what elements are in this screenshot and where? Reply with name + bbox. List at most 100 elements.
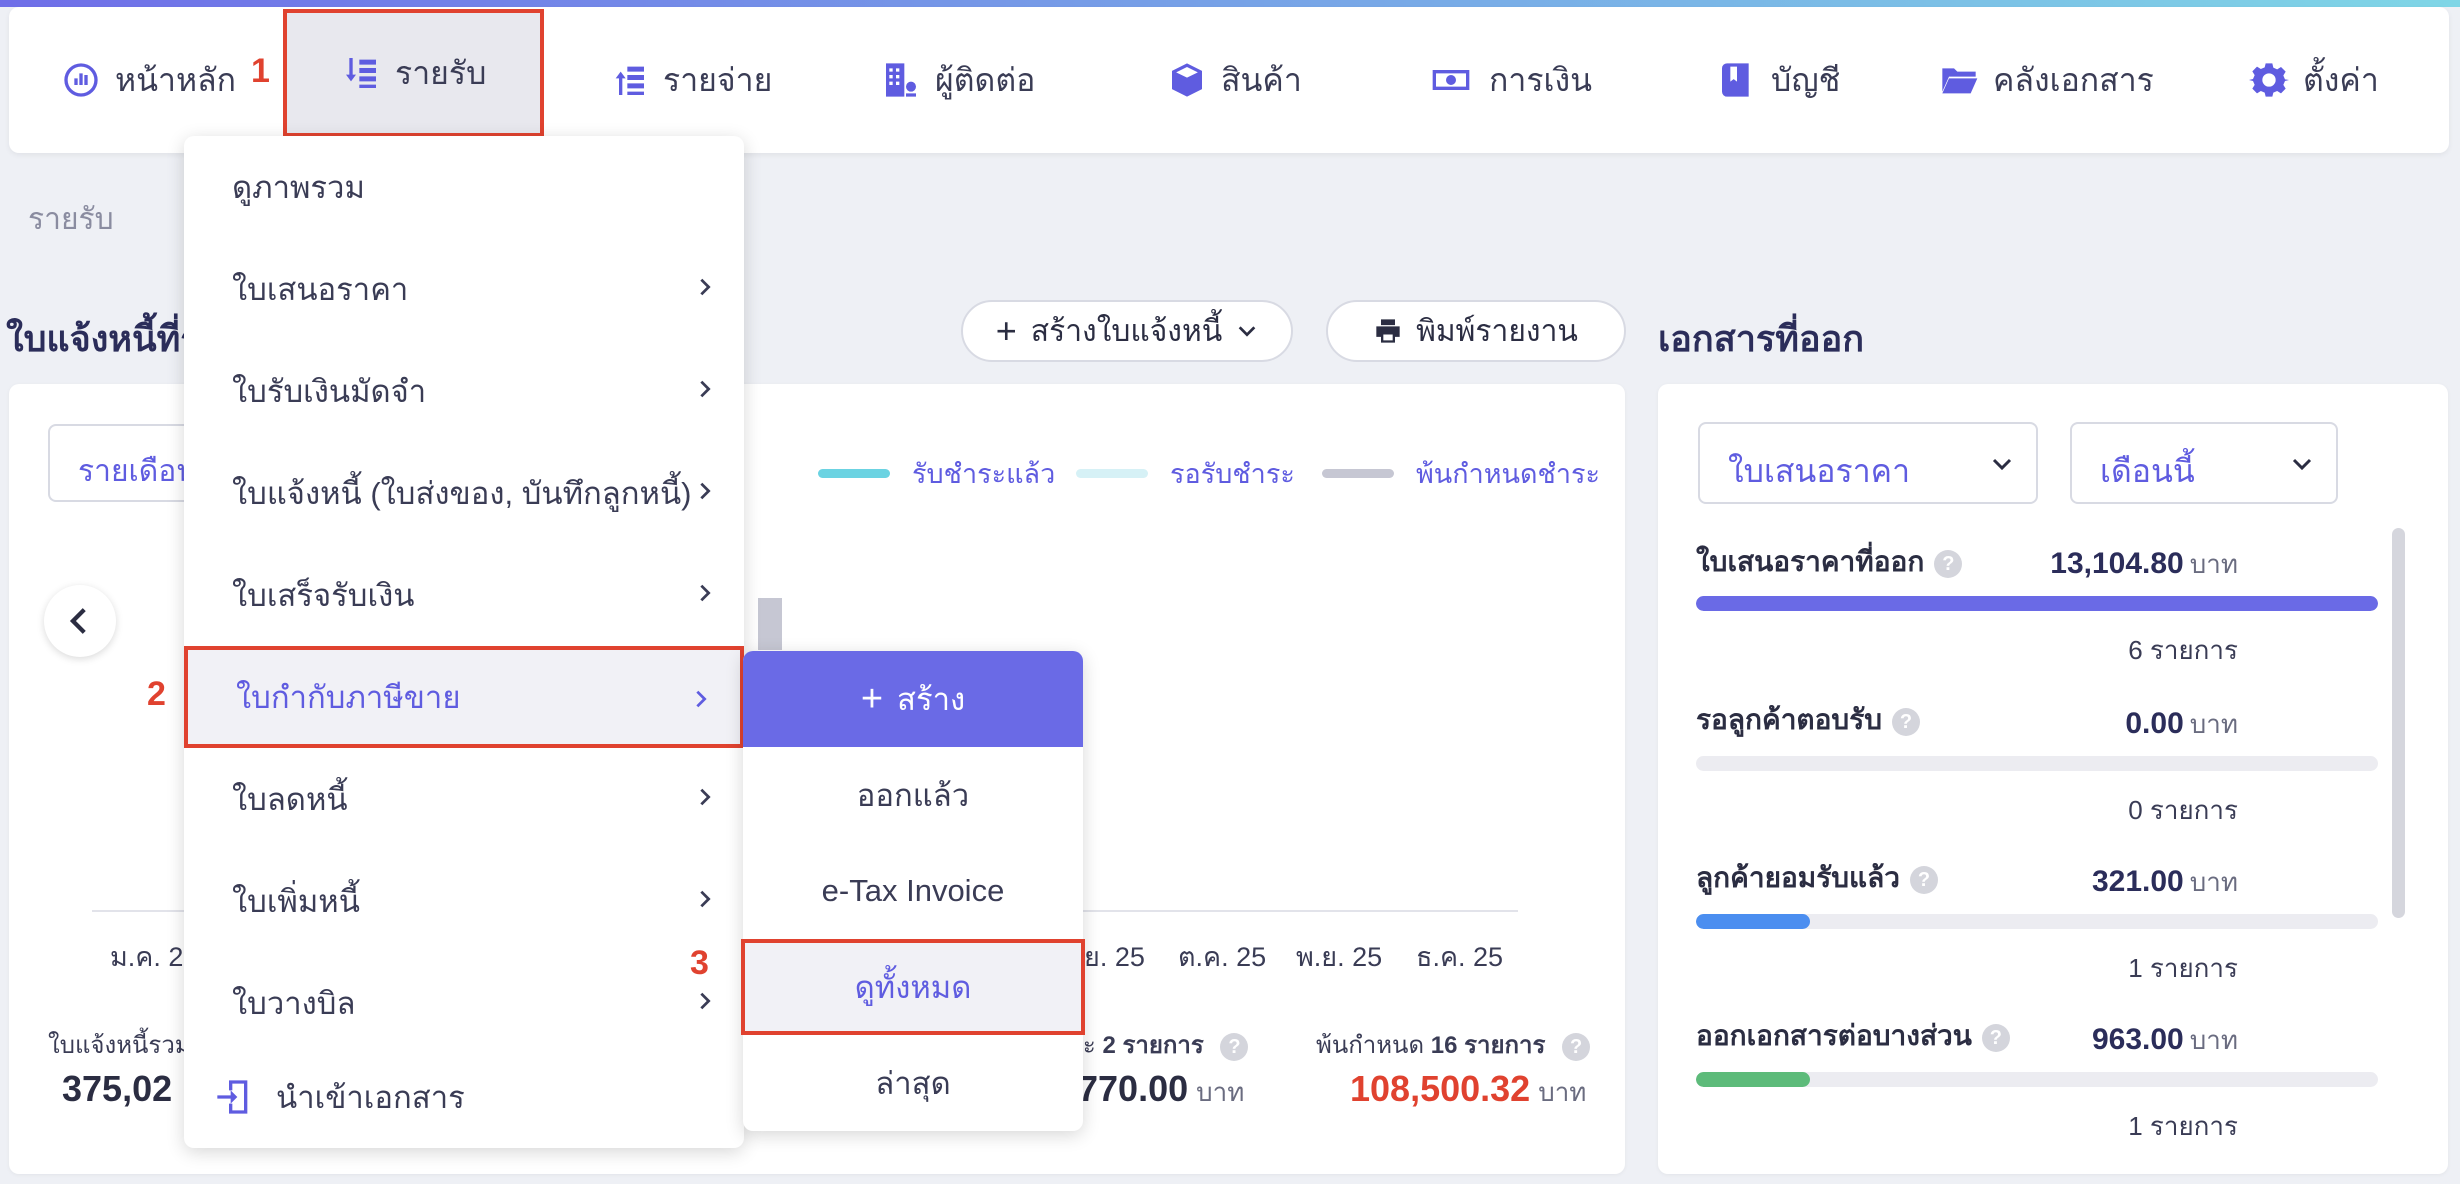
menu-item-receipt[interactable]: ใบเสร็จรับเงิน [184, 544, 744, 646]
menu-item-invoice-label: ใบแจ้งหนี้ (ใบส่งของ, บันทึกลูกหนี้) [232, 476, 692, 511]
submenu-item-issued[interactable]: ออกแล้ว [743, 747, 1083, 843]
doc-row-issued-count: 6 รายการ [2128, 635, 2238, 665]
stat-total-value: 375,02 [62, 1068, 173, 1109]
nav-item-products[interactable]: สินค้า [1167, 7, 1302, 153]
doc-row-waiting-count: 0 รายการ [2128, 795, 2238, 825]
breadcrumb: รายรับ [28, 203, 114, 236]
nav-item-income[interactable]: รายรับ [283, 9, 545, 137]
menu-item-deposit-receipt[interactable]: ใบรับเงินมัดจำ [184, 340, 744, 442]
nav-label-products: สินค้า [1221, 61, 1302, 98]
nav-label-settings: ตั้งค่า [2303, 61, 2379, 98]
doc-row-partial-value: 963.00 [2091, 1023, 2184, 1056]
doc-row-waiting-value: 0.00 [2125, 707, 2184, 740]
stat-overdue-value: 108,500.32 บาท [1350, 1068, 1586, 1113]
submenu-item-latest[interactable]: ล่าสุด [743, 1035, 1083, 1131]
chart-bar-overdue [758, 598, 782, 650]
step-marker-3: 3 [690, 944, 709, 982]
chevron-right-icon [700, 788, 711, 806]
menu-item-billing-note-label: ใบวางบิล [232, 986, 356, 1021]
stat-overdue-unit: บาท [1538, 1077, 1587, 1107]
plus-icon: + [995, 310, 1017, 351]
stat-waiting-label: ระ 2 รายการ ? [1070, 1025, 1249, 1064]
printer-icon [1376, 319, 1400, 343]
issued-docs-title: เอกสารที่ออก [1658, 318, 1865, 359]
nav-item-settings[interactable]: ตั้งค่า [2249, 7, 2379, 153]
legend-paid-swatch [818, 469, 890, 478]
doc-row-accepted-progress [1696, 914, 2378, 929]
menu-item-import[interactable]: นำเข้าเอกสาร [184, 1046, 744, 1148]
legend-pending-swatch [1076, 469, 1148, 478]
period-filter-select[interactable]: เดือนนี้ [2070, 422, 2338, 504]
help-icon[interactable]: ? [1909, 865, 1938, 894]
nav-item-finance[interactable]: การเงิน [1427, 7, 1592, 153]
submenu-item-etax[interactable]: e-Tax Invoice [743, 843, 1083, 939]
chevron-right-icon [700, 380, 711, 398]
chevron-right-icon [700, 482, 711, 500]
doc-row-accepted-fill [1696, 914, 1810, 929]
menu-item-receipt-label: ใบเสร็จรับเงิน [232, 578, 415, 613]
stat-overdue-count: 16 รายการ [1430, 1032, 1546, 1059]
nav-label-expense: รายจ่าย [663, 61, 773, 98]
money-icon [1432, 70, 1470, 90]
doc-row-accepted-amount: 321.00 บาท [2092, 862, 2238, 903]
chart-prev-button[interactable] [44, 585, 116, 657]
create-tax-invoice-label: สร้าง [897, 682, 966, 717]
legend-pending-label: รอรับชำระ [1170, 459, 1295, 489]
print-report-label: พิมพ์รายงาน [1416, 314, 1578, 348]
help-icon[interactable]: ? [1220, 1032, 1249, 1061]
help-icon[interactable]: ? [1934, 549, 1963, 578]
menu-item-billing-note[interactable]: ใบวางบิล [184, 952, 744, 1054]
doc-row-partial-amount: 963.00 บาท [2092, 1020, 2238, 1061]
nav-item-documents[interactable]: คลังเอกสาร [1939, 7, 2154, 153]
doc-row-waiting-unit: บาท [2189, 709, 2238, 739]
doc-row-waiting-progress [1696, 756, 2378, 771]
nav-label-contacts: ผู้ติดต่อ [935, 61, 1036, 98]
menu-item-tax-invoice[interactable]: ใบกำกับภาษีขาย [184, 646, 744, 748]
legend-overdue: พ้นกำหนดชำระ [1322, 452, 1600, 495]
chevron-right-icon [700, 890, 711, 908]
chevron-right-icon [700, 278, 711, 296]
folder-icon [1942, 68, 1978, 94]
chevron-right-icon [696, 690, 707, 708]
doc-type-select[interactable]: ใบเสนอราคา [1698, 422, 2038, 504]
help-icon[interactable]: ? [1892, 707, 1921, 736]
doc-row-issued-fill [1696, 596, 2378, 611]
nav-label-finance: การเงิน [1489, 61, 1592, 98]
stat-waiting-amount: ,770.00 [1068, 1068, 1189, 1109]
stat-overdue-label: พ้นกำหนด 16 รายการ ? [1316, 1025, 1591, 1064]
create-invoice-button[interactable]: + สร้างใบแจ้งหนี้ [961, 300, 1293, 362]
doc-row-partial-count: 1 รายการ [2128, 1111, 2238, 1141]
menu-item-debit-note[interactable]: ใบเพิ่มหนี้ [184, 850, 744, 952]
doc-row-accepted-label: ลูกค้ายอมรับแล้ว [1696, 862, 1900, 893]
doc-row-issued-label: ใบเสนอราคาที่ออก [1696, 546, 1925, 577]
nav-label-income: รายรับ [395, 54, 487, 91]
submenu-item-view-all[interactable]: ดูทั้งหมด [741, 939, 1085, 1035]
doc-row-partial-label: ออกเอกสารต่อบางส่วน [1696, 1020, 1972, 1051]
nav-item-home[interactable]: หน้าหลัก [61, 7, 236, 153]
help-icon[interactable]: ? [1562, 1032, 1591, 1061]
nav-item-expense[interactable]: รายจ่าย [609, 7, 772, 153]
legend-paid: รับชำระแล้ว [818, 452, 1055, 495]
doc-row-waiting-title: รอลูกค้าตอบรับ? [1696, 698, 1921, 742]
nav-item-accounting[interactable]: บัญชี [1717, 7, 1840, 153]
stat-waiting-value: ,770.00 บาท [1068, 1068, 1244, 1113]
doc-row-accepted-value: 321.00 [2091, 865, 2184, 898]
create-tax-invoice-button[interactable]: + สร้าง [743, 651, 1083, 747]
month-label-nov: พ.ย. 25 [1296, 942, 1383, 972]
nav-label-home: หน้าหลัก [115, 61, 237, 98]
contacts-icon [886, 63, 916, 97]
doc-row-accepted-count: 1 รายการ [2128, 953, 2238, 983]
stat-waiting-unit: บาท [1196, 1077, 1245, 1107]
side-panel-scrollbar[interactable] [2392, 528, 2405, 918]
stat-waiting-count: 2 รายการ [1102, 1032, 1204, 1059]
doc-row-issued-amount: 13,104.80 บาท [2050, 544, 2238, 585]
menu-item-quotation[interactable]: ใบเสนอราคา [184, 238, 744, 340]
menu-item-invoice[interactable]: ใบแจ้งหนี้ (ใบส่งของ, บันทึกลูกหนี้) [184, 442, 744, 544]
menu-item-credit-note[interactable]: ใบลดหนี้ [184, 748, 744, 850]
print-report-button[interactable]: พิมพ์รายงาน [1326, 300, 1626, 362]
doc-row-accepted-title: ลูกค้ายอมรับแล้ว? [1696, 856, 1938, 900]
menu-item-debit-note-label: ใบเพิ่มหนี้ [232, 884, 360, 919]
nav-item-contacts[interactable]: ผู้ติดต่อ [881, 7, 1035, 153]
menu-item-overview[interactable]: ดูภาพรวม [184, 136, 744, 238]
help-icon[interactable]: ? [1981, 1023, 2010, 1052]
